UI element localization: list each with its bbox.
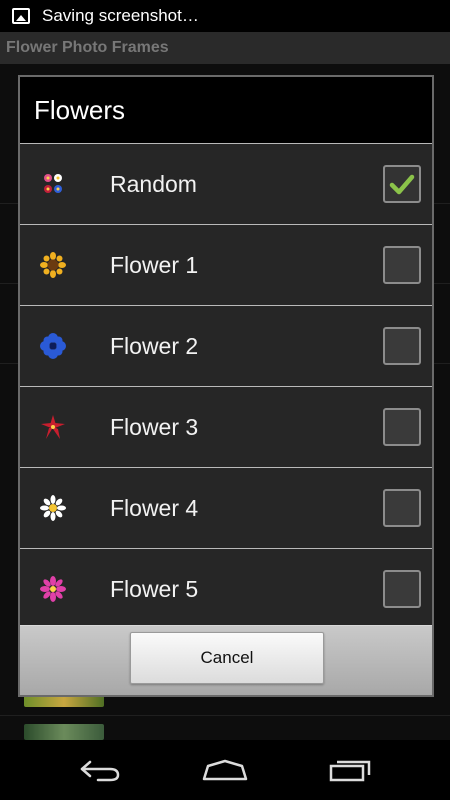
status-bar: Saving screenshot… — [0, 0, 450, 32]
option-label: Flower 5 — [110, 575, 199, 602]
option-flower-2[interactable]: Flower 2 — [20, 305, 432, 386]
checkbox-unchecked[interactable] — [383, 489, 421, 527]
background-thumbnail — [24, 724, 104, 740]
option-flower-3[interactable]: Flower 3 — [20, 386, 432, 467]
home-icon — [202, 759, 248, 781]
option-label: Flower 4 — [110, 494, 199, 521]
checkbox-unchecked[interactable] — [383, 327, 421, 365]
option-random[interactable]: Random — [20, 143, 432, 224]
option-flower-1[interactable]: Flower 1 — [20, 224, 432, 305]
app-title: Flower Photo Frames — [6, 39, 169, 56]
option-flower-4[interactable]: Flower 4 — [20, 467, 432, 548]
checkbox-checked[interactable] — [383, 165, 421, 203]
recents-icon — [329, 760, 371, 782]
checkbox-unchecked[interactable] — [383, 246, 421, 284]
home-button[interactable] — [197, 752, 253, 788]
navigation-bar — [0, 740, 450, 800]
back-button[interactable] — [72, 752, 128, 788]
red-lily-icon — [41, 415, 65, 439]
cancel-button[interactable]: Cancel — [130, 632, 324, 684]
random-flowers-icon — [44, 174, 62, 193]
status-notification-text: Saving screenshot… — [42, 6, 199, 25]
recents-button[interactable] — [322, 752, 378, 788]
option-label: Flower 3 — [110, 413, 199, 440]
dialog-button-bar: Cancel — [20, 625, 432, 695]
checkbox-unchecked[interactable] — [383, 408, 421, 446]
checkbox-unchecked[interactable] — [383, 570, 421, 608]
sunflower-icon — [40, 252, 66, 278]
flowers-dialog: Flowers Random Flower 1 Flower 2 Flower … — [18, 75, 434, 697]
dialog-header: Flowers — [20, 77, 432, 143]
option-label: Random — [110, 170, 197, 197]
option-flower-5[interactable]: Flower 5 — [20, 548, 432, 629]
pink-flower-icon — [40, 576, 66, 602]
daisy-icon — [40, 495, 66, 521]
dialog-title: Flowers — [34, 94, 126, 125]
image-notification-icon — [12, 8, 30, 24]
back-icon — [80, 760, 120, 782]
blue-flower-icon — [40, 333, 66, 359]
checkmark-icon — [389, 174, 415, 195]
option-label: Flower 2 — [110, 332, 199, 359]
option-label: Flower 1 — [110, 251, 199, 278]
app-title-bar: Flower Photo Frames — [0, 32, 450, 64]
